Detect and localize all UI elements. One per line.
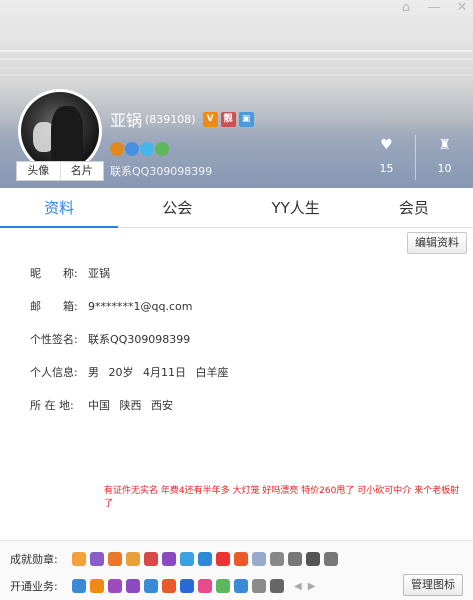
heart-icon: ♥ <box>380 137 393 153</box>
email-label: 邮 箱: <box>30 300 78 313</box>
achievement-badge-icon[interactable] <box>198 552 212 566</box>
fans-count: 10 <box>437 162 452 175</box>
user-id: (839108) <box>145 112 196 126</box>
achievement-badge-icon[interactable] <box>180 552 194 566</box>
achievement-badge-icon[interactable] <box>270 552 284 566</box>
nickname-label: 昵 称: <box>30 267 78 280</box>
achievements-label: 成就勋章: <box>10 553 58 566</box>
verified-badge-icon[interactable]: ▣ <box>238 111 254 127</box>
tab-guild[interactable]: 公会 <box>118 188 236 227</box>
service-badge-icon[interactable] <box>72 579 86 593</box>
header-streak <box>0 74 473 76</box>
avatar-card: 头像 名片 <box>16 85 104 183</box>
achievement-badge-icon[interactable] <box>126 552 140 566</box>
tab-profile[interactable]: 资料 <box>0 188 119 228</box>
achievements-row: 成就勋章: <box>10 551 338 567</box>
gem-medal-icon[interactable] <box>155 142 169 156</box>
achievement-badge-icon[interactable] <box>324 552 338 566</box>
achievement-badge-icon[interactable] <box>306 552 320 566</box>
personal-label: 个人信息: <box>30 366 78 379</box>
service-badge-icon[interactable] <box>144 579 158 593</box>
header-streak <box>0 50 473 52</box>
service-pager: ◀ ▶ <box>294 581 315 592</box>
tab-yy-life[interactable]: YY人生 <box>237 188 355 227</box>
signature-label: 个性签名: <box>30 333 78 346</box>
premium-number-badge-icon[interactable]: 靓 <box>220 111 236 127</box>
achievement-badge-icon[interactable] <box>108 552 122 566</box>
service-badge-icon[interactable] <box>216 579 230 593</box>
manage-icons-button[interactable]: 管理图标 <box>403 574 463 596</box>
service-icons <box>72 579 284 593</box>
achievement-badge-icon[interactable] <box>144 552 158 566</box>
achievement-badge-icon[interactable] <box>162 552 176 566</box>
fan-icon: ♜ <box>438 137 451 153</box>
name-row: 亚锅 (839108) V 靓 ▣ <box>110 107 254 131</box>
service-badge-icon[interactable] <box>252 579 266 593</box>
avatar-figure <box>51 106 83 164</box>
service-badge-icon[interactable] <box>180 579 194 593</box>
avatar-tab-photo[interactable]: 头像 <box>17 162 60 180</box>
crown-medal-icon[interactable] <box>110 142 124 156</box>
prev-arrow-icon[interactable]: ◀ <box>294 581 302 592</box>
achievement-badge-icon[interactable] <box>72 552 86 566</box>
avatar-tabs: 头像 名片 <box>16 161 104 181</box>
bottom-panel: 成就勋章: 开通业务: ◀ ▶ 管理图标 <box>0 540 473 600</box>
services-label: 开通业务: <box>10 580 58 593</box>
info-row-nickname: 昵 称: 亚锅 <box>30 266 228 299</box>
header-streak <box>0 67 473 69</box>
service-badge-icon[interactable] <box>162 579 176 593</box>
likes-stat[interactable]: ♥ 15 <box>358 135 415 180</box>
stats-bar: ♥ 15 ♜ 10 <box>358 135 473 180</box>
info-row-personal: 个人信息: 男 20岁 4月11日 白羊座 <box>30 365 228 398</box>
location-label: 所 在 地: <box>30 399 74 412</box>
personal-value: 男 20岁 4月11日 白羊座 <box>88 366 229 379</box>
header-streak <box>0 58 473 60</box>
tab-membership[interactable]: 会员 <box>355 188 473 227</box>
info-row-email: 邮 箱: 9*******1@qq.com <box>30 299 228 332</box>
achievement-badge-icon[interactable] <box>90 552 104 566</box>
service-badge-icon[interactable] <box>198 579 212 593</box>
nickname-value: 亚锅 <box>88 267 110 280</box>
header-signature: 联系QQ309098399 <box>110 165 213 178</box>
likes-count: 15 <box>379 162 394 175</box>
window-controls: ⌂ — ✕ <box>399 0 469 15</box>
info-row-signature: 个性签名: 联系QQ309098399 <box>30 332 228 365</box>
achievement-badge-icon[interactable] <box>252 552 266 566</box>
service-badge-icon[interactable] <box>234 579 248 593</box>
medal-row <box>110 142 169 156</box>
user-name: 亚锅 <box>110 111 143 130</box>
info-row-location: 所 在 地: 中国 陕西 西安 <box>30 398 228 431</box>
service-badge-icon[interactable] <box>126 579 140 593</box>
location-value: 中国 陕西 西安 <box>88 399 173 412</box>
achievement-icons <box>72 552 338 566</box>
minimize-icon[interactable]: — <box>427 0 441 15</box>
achievement-badge-icon[interactable] <box>234 552 248 566</box>
profile-tabs: 资料 公会 YY人生 会员 <box>0 188 473 228</box>
achievement-badge-icon[interactable] <box>288 552 302 566</box>
service-badge-icon[interactable] <box>108 579 122 593</box>
sale-note: 有证件无实名 年费4还有半年多 大灯笼 好吗漂亮 特价260甩了 可小砍可中介 … <box>104 486 460 509</box>
diamond-medal-icon[interactable] <box>140 142 154 156</box>
skin-icon[interactable]: ⌂ <box>399 0 413 15</box>
achievement-badge-icon[interactable] <box>216 552 230 566</box>
service-badge-icon[interactable] <box>90 579 104 593</box>
edit-profile-button[interactable]: 编辑资料 <box>407 232 467 254</box>
service-badge-icon[interactable] <box>270 579 284 593</box>
signature-value: 联系QQ309098399 <box>88 333 191 346</box>
close-icon[interactable]: ✕ <box>455 0 469 15</box>
next-arrow-icon[interactable]: ▶ <box>308 581 316 592</box>
vip-badge-icon[interactable]: V <box>202 111 218 127</box>
services-row: 开通业务: ◀ ▶ <box>10 578 315 594</box>
profile-info: 昵 称: 亚锅 邮 箱: 9*******1@qq.com 个性签名: 联系QQ… <box>30 266 228 431</box>
email-value: 9*******1@qq.com <box>88 300 193 313</box>
fans-stat[interactable]: ♜ 10 <box>415 135 473 180</box>
diamond-medal-icon[interactable] <box>125 142 139 156</box>
avatar-tab-card[interactable]: 名片 <box>59 162 104 180</box>
profile-header: ⌂ — ✕ 头像 名片 亚锅 (839108) V 靓 ▣ 联系QQ309098… <box>0 0 473 188</box>
